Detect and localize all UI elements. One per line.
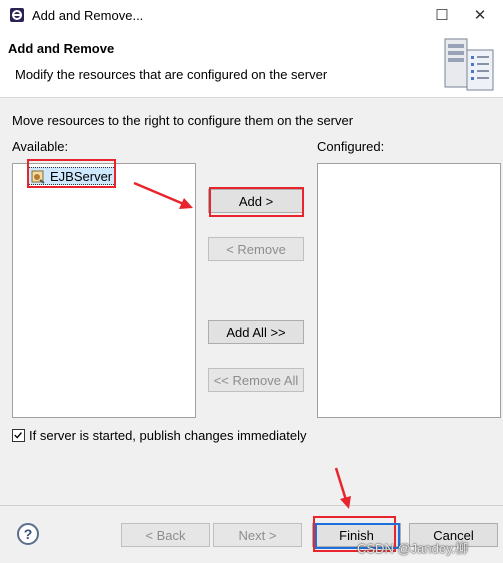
arrow-to-finish-icon — [334, 467, 351, 509]
arrow-to-add-icon — [133, 181, 193, 209]
annotation-arrows — [133, 181, 351, 509]
watermark: CSDN @Jandey.柳 — [357, 541, 469, 556]
